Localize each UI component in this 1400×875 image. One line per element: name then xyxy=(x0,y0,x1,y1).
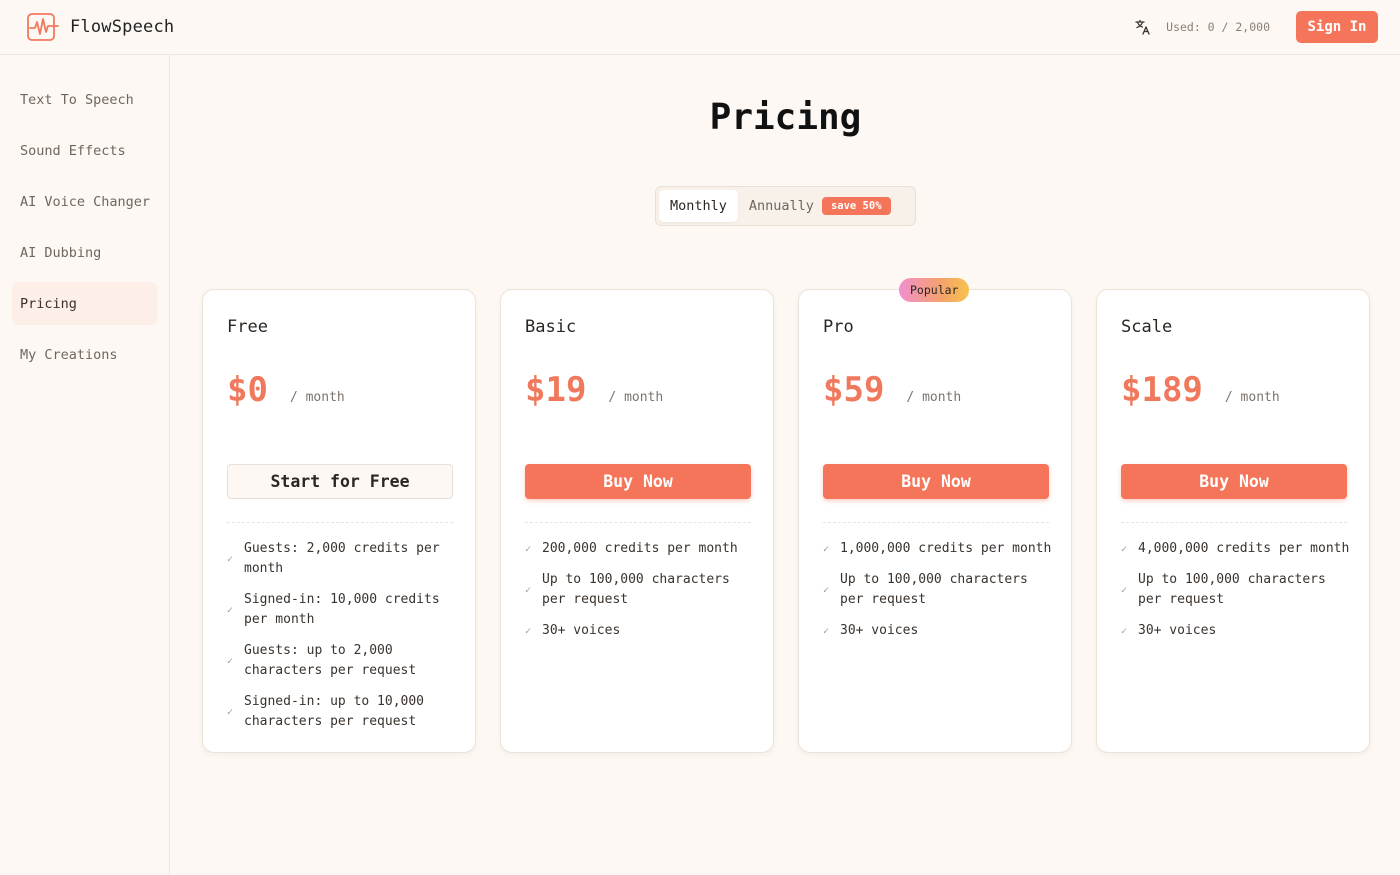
main-content: Pricing Monthly Annually save 50% Free $… xyxy=(171,55,1400,875)
app-name: FlowSpeech xyxy=(70,17,175,37)
plan-card-basic: Basic $19 / month Buy Now ✓ 200,000 credi… xyxy=(500,289,774,753)
feature-text: Signed-in: up to 10,000 characters per r… xyxy=(244,694,425,729)
check-icon: ✓ xyxy=(227,553,234,565)
plan-price: $189 xyxy=(1121,370,1203,410)
toggle-annually-label: Annually xyxy=(748,198,814,214)
feature-item: ✓ 1,000,000 credits per month xyxy=(823,539,1053,559)
check-icon: ✓ xyxy=(1121,543,1128,555)
feature-item: ✓ Up to 100,000 characters per request xyxy=(1121,570,1351,610)
feature-text: Up to 100,000 characters per request xyxy=(542,572,730,607)
feature-item: ✓ Up to 100,000 characters per request xyxy=(525,570,755,610)
check-icon: ✓ xyxy=(525,625,532,637)
divider xyxy=(823,522,1049,523)
divider xyxy=(525,522,751,523)
feature-item: ✓ 30+ voices xyxy=(525,621,755,641)
check-icon: ✓ xyxy=(525,543,532,555)
feature-text: 30+ voices xyxy=(840,623,919,638)
pricing-cards: Free $0 / month Start for Free ✓ Guests: … xyxy=(202,278,1370,753)
translate-icon[interactable] xyxy=(1134,18,1152,36)
price-row: $189 / month xyxy=(1121,370,1280,410)
feature-item: ✓ Signed-in: up to 10,000 characters per … xyxy=(227,692,457,732)
feature-list: ✓ 1,000,000 credits per month ✓ Up to 100,… xyxy=(823,539,1053,652)
start-free-button[interactable]: Start for Free xyxy=(227,464,453,499)
check-icon: ✓ xyxy=(823,543,830,555)
buy-now-button-scale[interactable]: Buy Now xyxy=(1121,464,1347,499)
sidebar-item-pricing[interactable]: Pricing xyxy=(12,282,157,325)
plan-price: $0 xyxy=(227,370,268,410)
check-icon: ✓ xyxy=(227,655,234,667)
divider xyxy=(1121,522,1347,523)
feature-item: ✓ 30+ voices xyxy=(823,621,1053,641)
plan-card-pro: Popular Pro $59 / month Buy Now ✓ 1,000,0… xyxy=(798,278,1072,753)
feature-list: ✓ 4,000,000 credits per month ✓ Up to 100,… xyxy=(1121,539,1351,652)
feature-text: Up to 100,000 characters per request xyxy=(1138,572,1326,607)
toggle-monthly[interactable]: Monthly xyxy=(659,190,738,222)
header-actions: Used: 0 / 2,000 Sign In xyxy=(1134,11,1378,43)
waveform-icon xyxy=(26,12,60,42)
plan-card-scale: Scale $189 / month Buy Now ✓ 4,000,000 cr… xyxy=(1096,289,1370,753)
plan-name: Scale xyxy=(1121,317,1173,337)
logo[interactable]: FlowSpeech xyxy=(26,12,174,42)
check-icon: ✓ xyxy=(1121,625,1128,637)
sidebar-item-sound-effects[interactable]: Sound Effects xyxy=(12,129,157,172)
feature-item: ✓ 4,000,000 credits per month xyxy=(1121,539,1351,559)
feature-text: Signed-in: 10,000 credits per month xyxy=(244,592,440,627)
popular-badge: Popular xyxy=(899,278,970,302)
page-title: Pricing xyxy=(709,97,862,138)
feature-item: ✓ 200,000 credits per month xyxy=(525,539,755,559)
check-icon: ✓ xyxy=(227,706,234,718)
feature-text: 30+ voices xyxy=(542,623,621,638)
plan-period: / month xyxy=(1224,390,1280,405)
feature-text: Guests: up to 2,000 characters per reque… xyxy=(244,643,417,678)
check-icon: ✓ xyxy=(823,584,830,596)
feature-list: ✓ Guests: 2,000 credits per month ✓ Signed… xyxy=(227,539,457,743)
feature-text: Up to 100,000 characters per request xyxy=(840,572,1028,607)
check-icon: ✓ xyxy=(823,625,830,637)
plan-name: Free xyxy=(227,317,268,337)
price-row: $19 / month xyxy=(525,370,663,410)
check-icon: ✓ xyxy=(1121,584,1128,596)
buy-now-button-pro[interactable]: Buy Now xyxy=(823,464,1049,499)
feature-item: ✓ 30+ voices xyxy=(1121,621,1351,641)
sidebar-item-my-creations[interactable]: My Creations xyxy=(12,333,157,376)
feature-item: ✓ Signed-in: 10,000 credits per month xyxy=(227,590,457,630)
feature-item: ✓ Guests: 2,000 credits per month xyxy=(227,539,457,579)
plan-period: / month xyxy=(289,390,345,405)
feature-text: 4,000,000 credits per month xyxy=(1138,541,1350,556)
price-row: $0 / month xyxy=(227,370,345,410)
usage-counter: Used: 0 / 2,000 xyxy=(1166,20,1270,34)
sidebar-item-text-to-speech[interactable]: Text To Speech xyxy=(12,78,157,121)
feature-text: Guests: 2,000 credits per month xyxy=(244,541,440,576)
buy-now-button-basic[interactable]: Buy Now xyxy=(525,464,751,499)
sign-in-button[interactable]: Sign In xyxy=(1296,11,1378,43)
plan-name: Pro xyxy=(823,317,854,337)
billing-toggle: Monthly Annually save 50% xyxy=(655,186,916,226)
plan-period: / month xyxy=(608,390,664,405)
plan-card-free: Free $0 / month Start for Free ✓ Guests: … xyxy=(202,289,476,753)
sidebar-item-ai-voice-changer[interactable]: AI Voice Changer xyxy=(12,180,157,223)
price-row: $59 / month xyxy=(823,370,961,410)
plan-price: $19 xyxy=(525,370,587,410)
divider xyxy=(227,522,453,523)
check-icon: ✓ xyxy=(227,604,234,616)
toggle-annually[interactable]: Annually save 50% xyxy=(738,190,902,222)
top-header: FlowSpeech Used: 0 / 2,000 Sign In xyxy=(0,0,1400,55)
check-icon: ✓ xyxy=(525,584,532,596)
sidebar: Text To Speech Sound Effects AI Voice Ch… xyxy=(0,55,170,875)
feature-item: ✓ Up to 100,000 characters per request xyxy=(823,570,1053,610)
sidebar-item-ai-dubbing[interactable]: AI Dubbing xyxy=(12,231,157,274)
feature-list: ✓ 200,000 credits per month ✓ Up to 100,00… xyxy=(525,539,755,652)
save-badge: save 50% xyxy=(821,197,891,215)
feature-item: ✓ Guests: up to 2,000 characters per requ… xyxy=(227,641,457,681)
feature-text: 200,000 credits per month xyxy=(542,541,738,556)
feature-text: 30+ voices xyxy=(1138,623,1217,638)
plan-period: / month xyxy=(906,390,962,405)
plan-name: Basic xyxy=(525,317,577,337)
feature-text: 1,000,000 credits per month xyxy=(840,541,1052,556)
plan-price: $59 xyxy=(823,370,885,410)
